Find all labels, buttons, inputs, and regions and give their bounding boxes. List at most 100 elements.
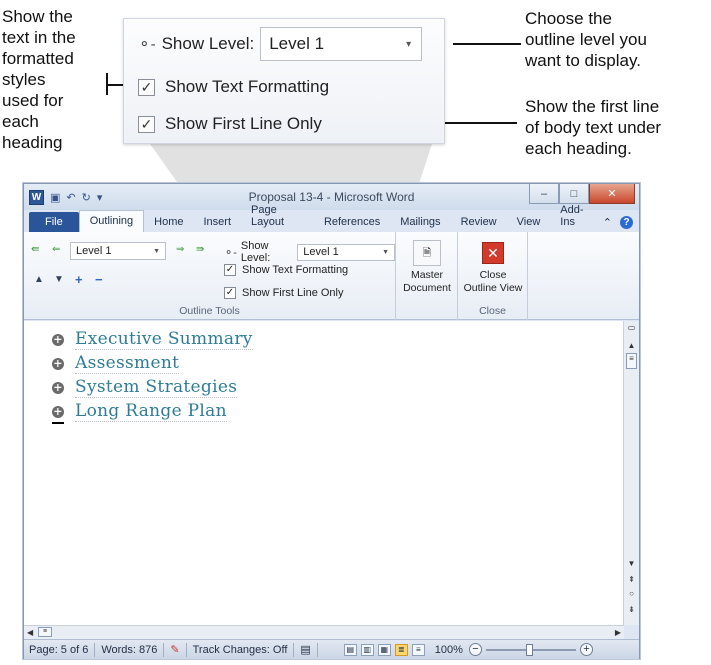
master-document-button[interactable]: 🗎 Master Document	[398, 240, 456, 295]
outline-heading[interactable]: + Assessment	[52, 353, 180, 374]
macro-record-icon[interactable]: ▤	[300, 643, 310, 656]
tab-insert[interactable]: Insert	[194, 212, 242, 232]
show-text-formatting-checkbox[interactable]: ✓	[224, 264, 236, 276]
close-outline-view-label-line2: Outline View	[463, 282, 523, 294]
callout-right-top-leader	[453, 43, 521, 45]
close-group: ✕ Close Outline View Close	[458, 232, 528, 320]
expand-icon[interactable]: +	[75, 272, 83, 287]
zoom-slider[interactable]	[485, 643, 576, 656]
draft-view-icon[interactable]: ≡	[411, 643, 425, 656]
outline-view-icon[interactable]: ≣	[394, 643, 408, 656]
document-area[interactable]: + Executive Summary + Assessment + Syste…	[24, 321, 624, 625]
scroll-left-icon[interactable]: ◀	[27, 628, 33, 637]
tab-file[interactable]: File	[29, 212, 79, 232]
show-level-label: Show Level:	[240, 240, 271, 264]
minimize-ribbon-icon[interactable]: ⌃	[603, 216, 612, 229]
show-text-formatting-row[interactable]: ✓ Show Text Formatting	[224, 264, 348, 276]
outline-level-value: Level 1	[76, 245, 112, 257]
promote-to-heading-1-icon[interactable]: ⇚	[31, 244, 39, 255]
word-count[interactable]: Words: 876	[101, 644, 157, 656]
divider	[163, 642, 165, 657]
show-first-line-only-checkbox[interactable]: ✓	[138, 115, 155, 133]
next-page-icon[interactable]: ⇟	[626, 605, 637, 614]
chevron-down-icon: ▾	[406, 38, 412, 50]
zoom-show-level-dropdown[interactable]: Level 1 ▾	[260, 27, 423, 61]
master-document-label-line1: Master	[410, 269, 444, 281]
expand-heading-icon[interactable]: +	[52, 381, 64, 394]
tab-references[interactable]: References	[314, 212, 390, 232]
callout-left-line: styles	[2, 70, 46, 89]
outline-tools-label: Outline Tools	[179, 305, 240, 317]
tab-page-layout[interactable]: Page Layout	[241, 200, 314, 232]
move-up-icon[interactable]: ▲	[34, 274, 44, 285]
help-icon[interactable]: ?	[620, 216, 633, 229]
close-outline-view-button[interactable]: ✕ Close Outline View	[461, 240, 525, 295]
tab-home[interactable]: Home	[144, 212, 193, 232]
callout-right-top: Choose the outline level you want to dis…	[525, 8, 647, 71]
callout-right-mid-line: each heading.	[525, 139, 632, 158]
callout-left-line: each	[2, 112, 39, 131]
select-browse-object-icon[interactable]: ○	[626, 589, 637, 598]
ribbon-tab-controls: ⌃ ?	[603, 216, 639, 232]
track-changes-status[interactable]: Track Changes: Off	[193, 644, 288, 656]
show-text-formatting-checkbox[interactable]: ✓	[138, 78, 155, 96]
outline-heading[interactable]: + Long Range Plan	[52, 401, 227, 422]
scroll-up-icon[interactable]: ▲	[626, 341, 637, 350]
tab-add-ins[interactable]: Add-Ins	[550, 200, 602, 232]
zoom-show-level-row: ⚬‑ Show Level: Level 1 ▾	[138, 27, 423, 61]
ruler-toggle-icon[interactable]: ▭	[626, 323, 637, 332]
print-layout-view-icon[interactable]: ▤	[343, 643, 357, 656]
zoom-show-first-line-row[interactable]: ✓ Show First Line Only	[138, 114, 322, 134]
promote-icon[interactable]: ⇐	[52, 244, 60, 255]
web-layout-icon[interactable]: ▦	[377, 643, 391, 656]
ribbon-tabs: File Outlining Home Insert Page Layout R…	[24, 204, 639, 232]
tab-mailings[interactable]: Mailings	[390, 212, 450, 232]
show-level-row: ⚬‑ Show Level: Level 1 ▼	[224, 240, 395, 264]
chevron-down-icon: ▼	[153, 247, 160, 255]
previous-page-icon[interactable]: ⇞	[626, 575, 637, 584]
expand-heading-icon[interactable]: +	[52, 357, 64, 370]
chevron-down-icon: ▼	[382, 248, 389, 256]
expand-heading-icon[interactable]: +	[52, 405, 64, 418]
view-buttons: ▤ ▥ ▦ ≣ ≡	[343, 643, 429, 656]
outline-heading[interactable]: + System Strategies	[52, 377, 238, 398]
scroll-thumb[interactable]: ≡	[626, 353, 637, 369]
master-document-group: 🗎 Master Document	[396, 232, 458, 320]
horizontal-scroll-thumb[interactable]: ≡	[38, 627, 52, 637]
proofing-icon[interactable]: ✎	[170, 643, 179, 656]
heading-text: Long Range Plan	[75, 401, 227, 422]
demote-to-body-text-icon[interactable]: ⇛	[196, 244, 204, 255]
zoom-show-text-formatting-row[interactable]: ✓ Show Text Formatting	[138, 77, 329, 97]
show-level-dropdown[interactable]: Level 1 ▼	[297, 243, 395, 261]
show-first-line-only-checkbox[interactable]: ✓	[224, 287, 236, 299]
master-document-label-line2: Document	[403, 282, 451, 294]
status-bar: Page: 5 of 6 Words: 876 ✎ Track Changes:…	[24, 639, 639, 659]
callout-left-line: Show the	[2, 7, 73, 26]
expand-heading-icon[interactable]: +	[52, 333, 64, 346]
callout-left-leader-vertical	[106, 73, 108, 95]
ribbon: ⇚ ⇐ Level 1 ▼ ⇒ ⇛ ▲ ▼ + − ⚬‑ Show Level:…	[24, 232, 639, 320]
zoom-out-icon[interactable]: −	[468, 643, 482, 656]
callout-left-line: used for	[2, 91, 64, 110]
page-count[interactable]: Page: 5 of 6	[29, 644, 88, 656]
zoom-in-icon[interactable]: +	[579, 643, 593, 656]
collapse-icon[interactable]: −	[95, 272, 103, 287]
horizontal-scrollbar[interactable]: ◀ ≡ ▶	[24, 625, 624, 639]
show-text-formatting-label: Show Text Formatting	[242, 264, 349, 276]
show-first-line-only-row[interactable]: ✓ Show First Line Only	[224, 287, 343, 299]
tab-view[interactable]: View	[507, 212, 551, 232]
zoom-slider-knob[interactable]	[525, 643, 533, 656]
full-screen-reading-icon[interactable]: ▥	[360, 643, 374, 656]
tab-review[interactable]: Review	[451, 212, 507, 232]
move-down-icon[interactable]: ▼	[54, 274, 64, 285]
outline-level-dropdown[interactable]: Level 1 ▼	[70, 242, 166, 260]
outline-heading[interactable]: + Executive Summary	[52, 329, 253, 350]
vertical-scrollbar[interactable]: ▭ ▲ ≡ ▼ ⇞ ○ ⇟	[623, 321, 639, 625]
show-first-line-only-label: Show First Line Only	[242, 287, 344, 299]
scroll-right-icon[interactable]: ▶	[615, 628, 621, 637]
tab-outlining[interactable]: Outlining	[78, 210, 145, 232]
scroll-down-icon[interactable]: ▼	[626, 559, 637, 568]
close-group-label: Close	[479, 305, 506, 317]
demote-icon[interactable]: ⇒	[176, 244, 184, 255]
zoom-level[interactable]: 100%	[435, 644, 463, 656]
